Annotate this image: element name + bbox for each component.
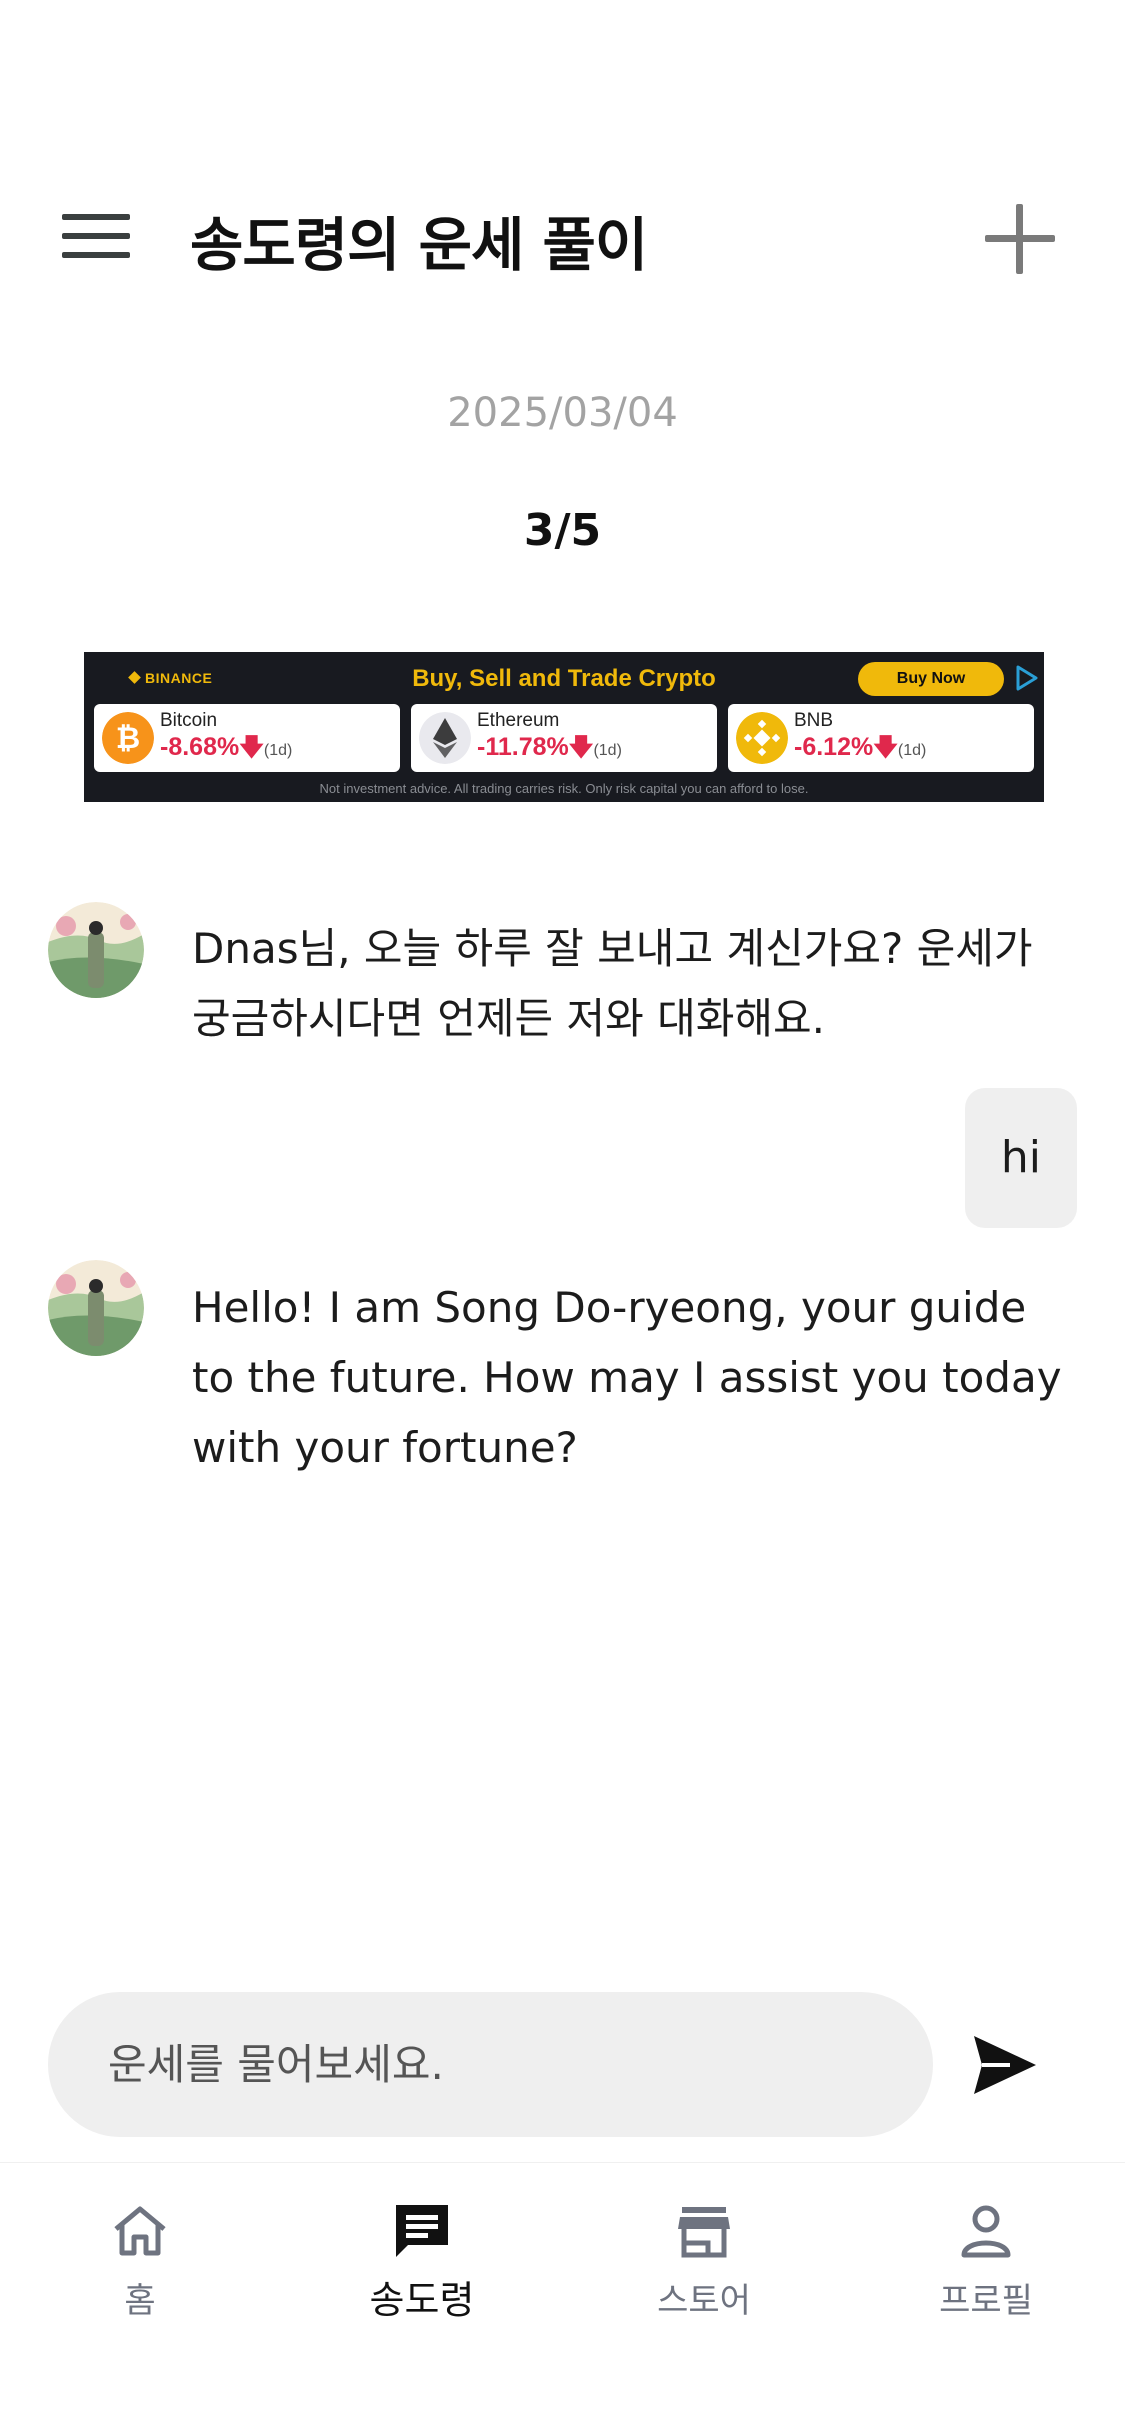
ad-disclaimer: Not investment advice. All trading carri… <box>319 781 809 796</box>
send-icon[interactable] <box>970 2032 1040 2098</box>
ethereum-icon <box>419 712 471 764</box>
home-icon <box>114 2206 166 2256</box>
coin-card-ethereum[interactable]: Ethereum -11.78%🡇(1d) <box>411 704 717 772</box>
coin-change: -8.68%🡇(1d) <box>160 733 293 761</box>
coin-card-bitcoin[interactable]: ₿ Bitcoin -8.68%🡇(1d) <box>94 704 400 772</box>
profile-icon <box>961 2205 1011 2258</box>
bot-avatar <box>48 1260 144 1356</box>
message-input-container[interactable] <box>48 1992 933 2137</box>
tab-label: 스토어 <box>657 2281 751 2321</box>
ad-choices-icon[interactable] <box>1014 664 1040 692</box>
question-counter: 3/5 <box>523 505 602 556</box>
coin-card-bnb[interactable]: BNB -6.12%🡇(1d) <box>728 704 1034 772</box>
tab-songdoryeong[interactable]: 송도령 <box>302 2191 542 2331</box>
ad-banner[interactable]: BINANCE Buy, Sell and Trade Crypto Buy N… <box>84 652 1044 802</box>
bot-message: Hello! I am Song Do-ryeong, your guide t… <box>192 1283 1062 1472</box>
coin-change: -11.78%🡇(1d) <box>477 733 622 761</box>
user-message: hi <box>964 1088 1077 1228</box>
tab-home[interactable]: 홈 <box>20 2191 260 2331</box>
hamburger-icon <box>62 214 130 220</box>
bottom-tab-bar: 홈 송도령 스토어 프로필 <box>0 2162 1125 2436</box>
svg-text:₿: ₿ <box>116 721 140 756</box>
down-arrow-icon: 🡇 <box>873 734 898 761</box>
coin-change: -6.12%🡇(1d) <box>794 733 927 761</box>
store-icon <box>678 2207 730 2258</box>
tab-profile[interactable]: 프로필 <box>866 2191 1106 2331</box>
add-chat-button[interactable] <box>985 204 1055 274</box>
bitcoin-icon: ₿ <box>102 712 154 764</box>
bot-avatar <box>48 902 144 998</box>
chat-icon <box>396 2205 448 2257</box>
coin-name: Ethereum <box>477 710 560 731</box>
tab-store[interactable]: 스토어 <box>584 2191 824 2331</box>
ad-buy-now-button[interactable]: Buy Now <box>858 662 1004 696</box>
menu-button[interactable] <box>62 210 130 262</box>
tab-label: 프로필 <box>939 2281 1033 2321</box>
down-arrow-icon: 🡇 <box>239 734 264 761</box>
coin-name: Bitcoin <box>160 710 218 731</box>
down-arrow-icon: 🡇 <box>568 734 594 761</box>
tab-label: 홈 <box>124 2281 156 2321</box>
page-title: 송도령의 운세 풀이 <box>190 211 648 279</box>
coin-name: BNB <box>794 710 834 731</box>
tab-label: 송도령 <box>369 2278 475 2322</box>
chat-date: 2025/03/04 <box>447 390 678 436</box>
bot-message: Dnas님, 오늘 하루 잘 보내고 계신가요? 운세가 궁금하시다면 언제든 … <box>192 924 1033 1043</box>
app-header: 송도령의 운세 풀이 <box>0 180 1125 290</box>
bnb-icon <box>736 712 788 764</box>
message-input[interactable] <box>108 1992 908 2137</box>
